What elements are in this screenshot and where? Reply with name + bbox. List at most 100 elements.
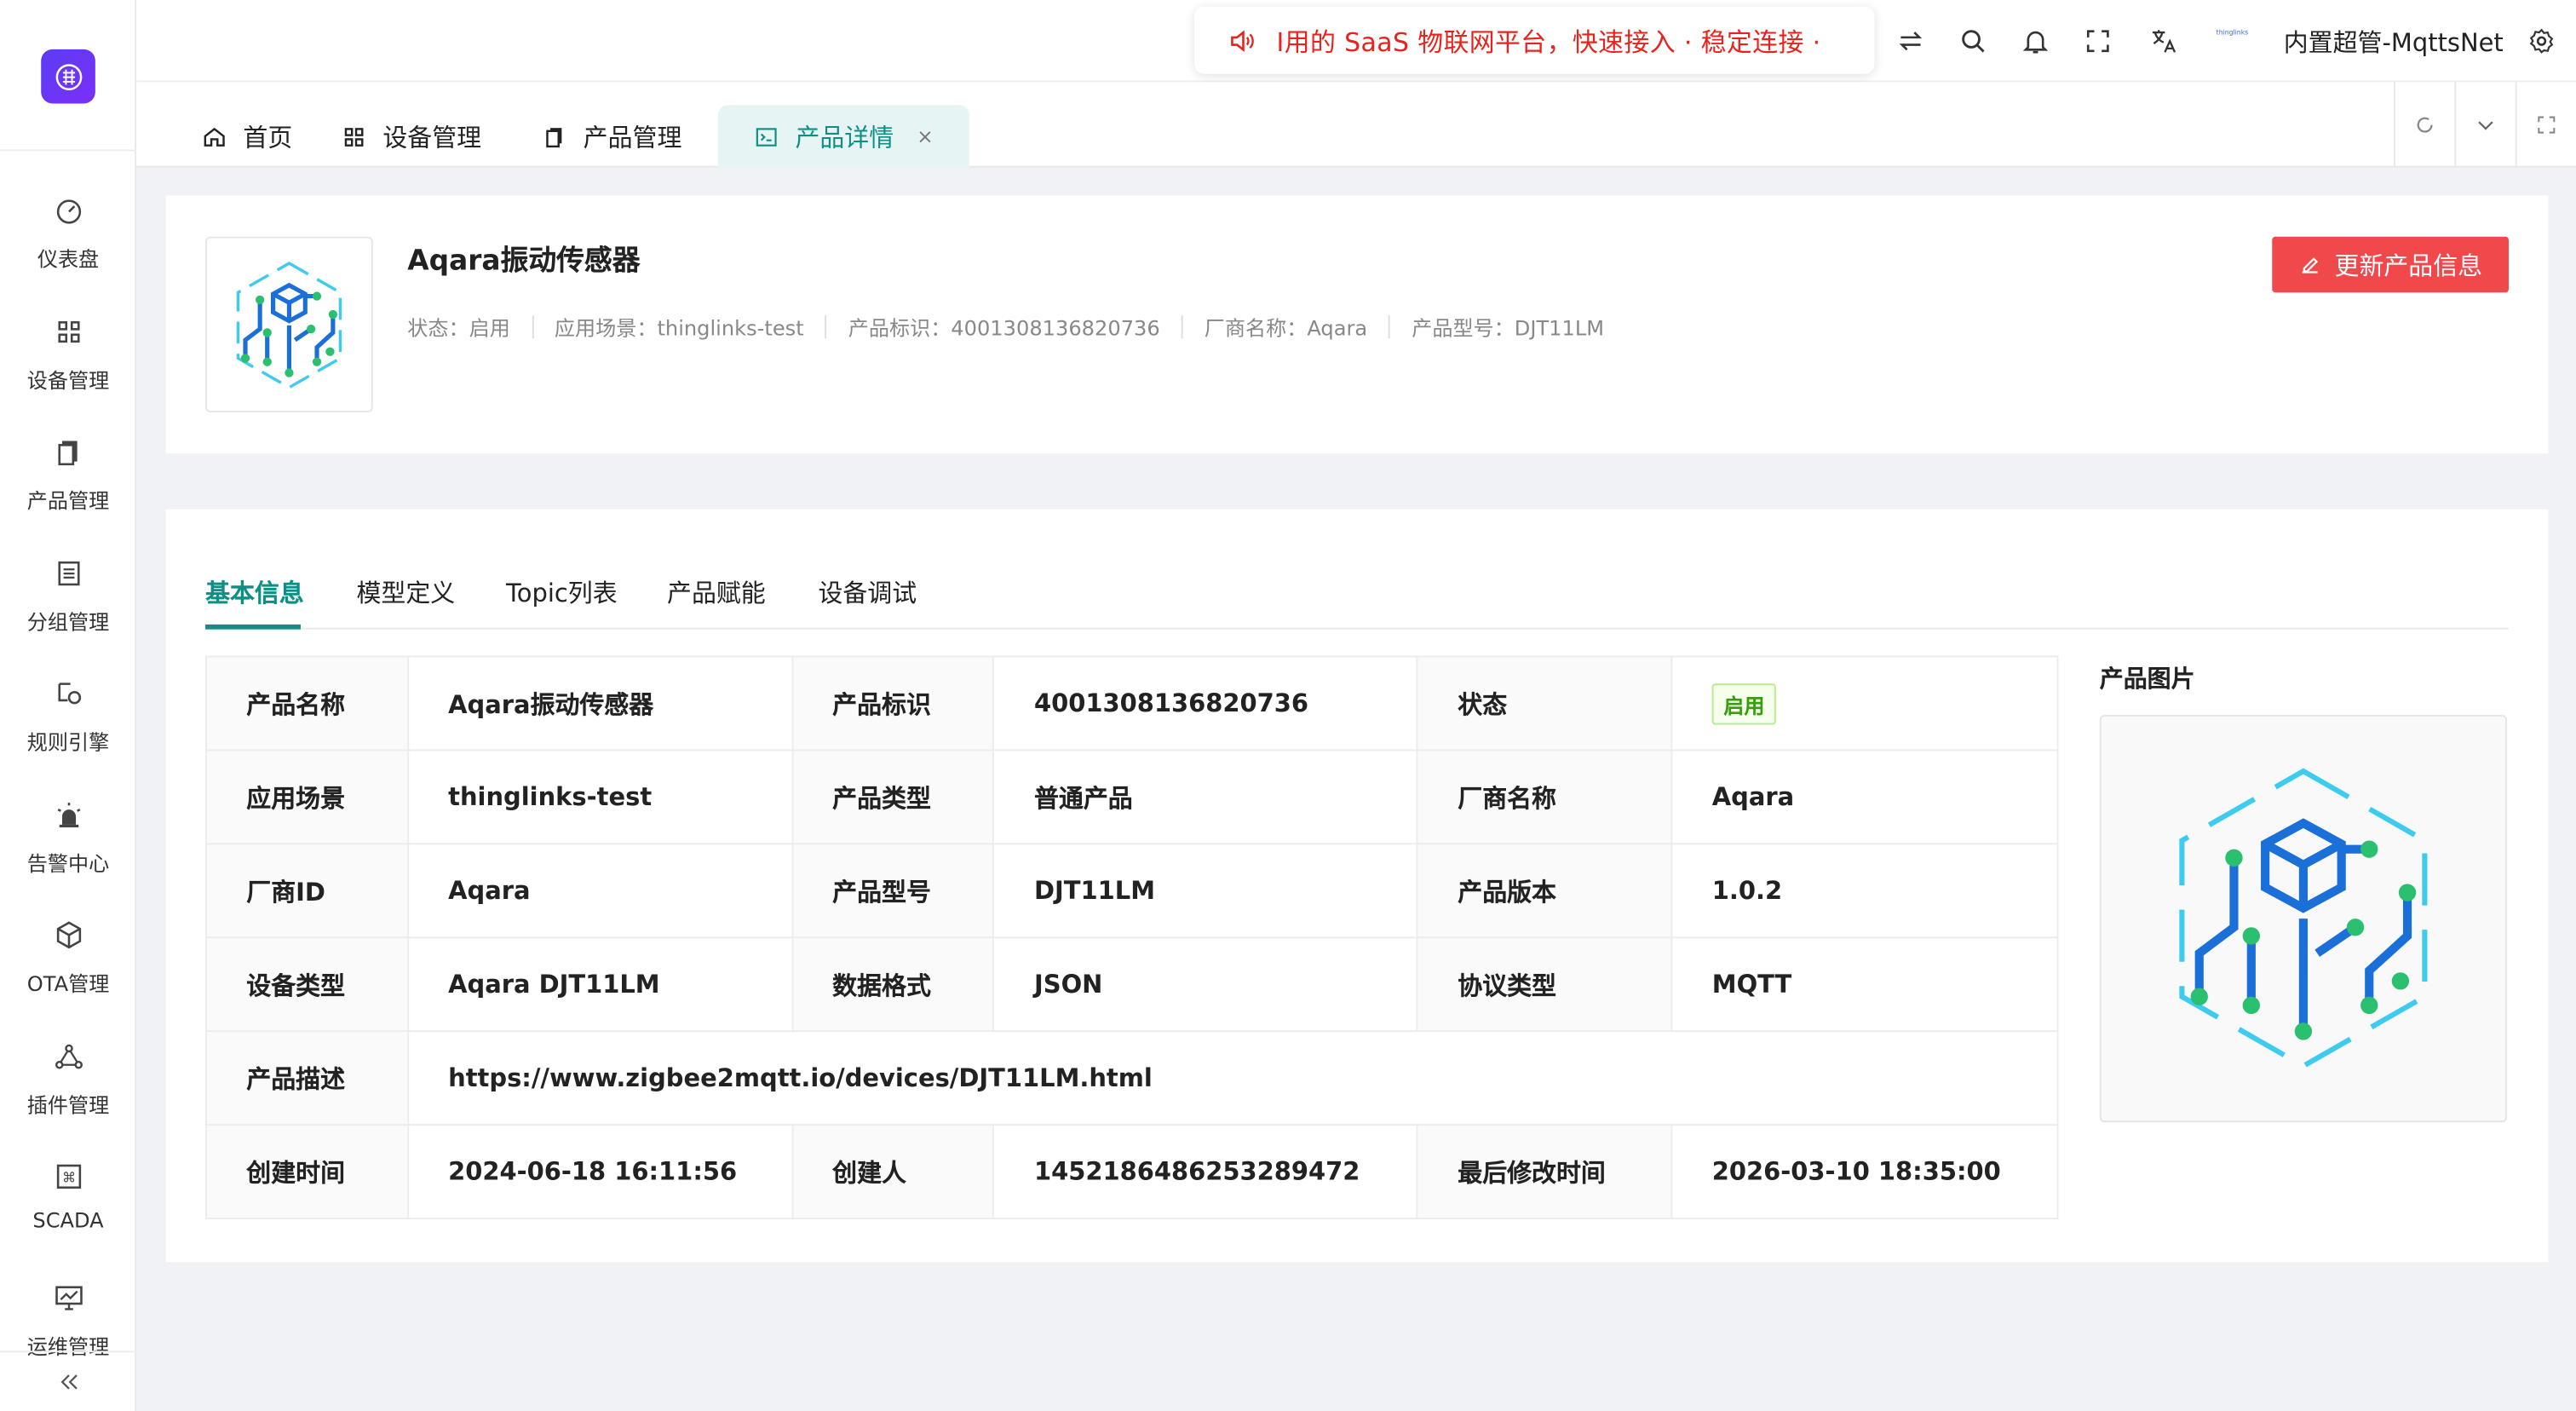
sidebar-item-label: SCADA <box>32 1207 104 1233</box>
search-icon <box>1962 30 1985 53</box>
field-value: 2026-03-10 18:35:00 <box>1670 1124 2059 1220</box>
table-row: 产品描述 https://www.zigbee2mqtt.io/devices/… <box>205 1030 2059 1126</box>
sidebar-item-scada[interactable]: ⌘ SCADA <box>0 1137 136 1256</box>
product-picture-label: 产品图片 <box>2099 667 2195 694</box>
search-button[interactable] <box>1955 23 1991 59</box>
update-product-label: 更新产品信息 <box>2334 251 2483 280</box>
divider <box>0 149 137 152</box>
fullscreen-icon <box>2086 30 2109 53</box>
bell-icon <box>2022 31 2049 54</box>
fullscreen-button[interactable] <box>2080 23 2116 59</box>
sidebar-item-label: OTA管理 <box>26 970 110 996</box>
tab-products[interactable]: 产品管理 <box>542 105 681 167</box>
product-info-table: 产品名称 Aqara振动传感器 产品标识 4001308136820736 状态… <box>205 655 2059 1220</box>
field-label: 产品类型 <box>791 749 995 845</box>
tab-menu-button[interactable] <box>2454 82 2515 166</box>
switch-button[interactable] <box>1893 23 1929 59</box>
translate-icon <box>2152 30 2176 53</box>
field-label: 数据格式 <box>791 936 995 1033</box>
username[interactable]: 内置超管-MqttsNet <box>2284 25 2504 60</box>
tab-devices[interactable]: 设备管理 <box>342 105 481 167</box>
field-label: 产品型号 <box>791 843 995 939</box>
sidebar-item-label: 告警中心 <box>26 851 110 876</box>
sidebar-item-label: 产品管理 <box>26 487 110 513</box>
table-row: 创建时间 2024-06-18 16:11:56 创建人 14521864862… <box>205 1124 2059 1220</box>
tab-label: 设备管理 <box>382 122 482 153</box>
product-thumbnail <box>205 236 373 413</box>
home-icon <box>204 126 225 146</box>
language-button[interactable] <box>2146 23 2182 59</box>
field-value: 普通产品 <box>992 749 1418 845</box>
field-label: 创建时间 <box>205 1124 409 1220</box>
field-label: 产品版本 <box>1417 843 1673 939</box>
sidebar-item-alarms[interactable]: 告警中心 <box>0 775 136 894</box>
product-summary-card: Aqara振动传感器 状态：启用 应用场景：thinglinks-test 产品… <box>165 195 2549 454</box>
notice-text: I用的 SaaS 物联网平台，快速接入 · 稳定连接 · <box>1276 26 1821 57</box>
table-row: 产品名称 Aqara振动传感器 产品标识 4001308136820736 状态… <box>205 655 2059 752</box>
settings-button[interactable] <box>2523 23 2559 59</box>
tab-label: 产品管理 <box>583 122 682 153</box>
refresh-icon <box>2417 116 2433 132</box>
notice-marquee: I用的 SaaS 物联网平台，快速接入 · 稳定连接 · <box>1194 6 1875 74</box>
tab-device-debug[interactable]: 设备调试 <box>818 575 917 610</box>
chevron-down-icon <box>2478 120 2493 130</box>
plugin-icon <box>55 1044 83 1069</box>
tab-label: 首页 <box>243 122 293 153</box>
tab-close-icon[interactable]: × <box>917 125 933 148</box>
field-label: 创建人 <box>791 1124 995 1220</box>
tab-basic-info[interactable]: 基本信息 <box>205 575 304 610</box>
monitor-icon <box>55 1286 82 1310</box>
tab-product-detail[interactable]: 产品详情 × <box>717 105 970 168</box>
app-logo[interactable] <box>41 49 95 104</box>
meta-separator <box>1181 314 1183 338</box>
collapse-sidebar-button[interactable] <box>0 1351 137 1411</box>
grid-icon <box>344 127 364 146</box>
refresh-tab-button[interactable] <box>2393 82 2454 166</box>
sidebar-item-ota[interactable]: OTA管理 <box>0 896 136 1014</box>
product-meta: 状态：启用 应用场景：thinglinks-test 产品标识：40013081… <box>407 311 1604 343</box>
meta-separator <box>1389 314 1391 338</box>
documents-icon <box>57 441 77 466</box>
gear-icon <box>2529 28 2554 54</box>
field-value: DJT11LM <box>992 843 1418 939</box>
field-label: 设备类型 <box>205 936 409 1033</box>
speaker-icon <box>1231 29 1254 52</box>
sidebar-item-devices[interactable]: 设备管理 <box>0 292 136 411</box>
edit-icon <box>2302 257 2319 274</box>
chip-brain-icon <box>55 63 82 90</box>
sidebar-item-label: 设备管理 <box>26 368 110 393</box>
sidebar-item-products[interactable]: 产品管理 <box>0 412 136 531</box>
field-label: 产品描述 <box>205 1030 409 1126</box>
meta-scene: 应用场景：thinglinks-test <box>554 315 804 341</box>
product-picture[interactable] <box>2099 714 2508 1123</box>
meta-vendor: 厂商名称：Aqara <box>1204 315 1368 341</box>
field-value: MQTT <box>1670 936 2059 1033</box>
notifications-button[interactable] <box>2017 23 2053 59</box>
sidebar-item-plugins[interactable]: 插件管理 <box>0 1017 136 1136</box>
update-product-button[interactable]: 更新产品信息 <box>2272 236 2509 293</box>
product-cube-circuit-icon <box>2179 768 2428 1069</box>
maximize-button[interactable] <box>2515 82 2576 166</box>
sidebar-item-dashboard[interactable]: 仪表盘 <box>0 171 136 290</box>
field-label: 应用场景 <box>205 749 409 845</box>
field-value: 1452186486253289472 <box>992 1124 1418 1220</box>
field-value: Aqara振动传感器 <box>406 655 793 752</box>
field-label: 协议类型 <box>1417 936 1673 1033</box>
tab-home[interactable]: 首页 <box>202 105 292 167</box>
sidebar: 仪表盘 设备管理 产品管理 分组管理 规则引擎 告警中心 OTA管理 插件管理 <box>0 0 137 1411</box>
group-icon <box>57 561 79 586</box>
field-label: 最后修改时间 <box>1417 1124 1673 1220</box>
svg-text:⌘: ⌘ <box>61 1169 75 1185</box>
field-label: 厂商名称 <box>1417 749 1673 845</box>
cube-icon <box>55 921 81 949</box>
tenant-logo: thinglinks <box>2216 27 2249 37</box>
tab-product-enable[interactable]: 产品赋能 <box>667 575 766 610</box>
sidebar-item-rules[interactable]: 规则引擎 <box>0 654 136 773</box>
table-row: 设备类型 Aqara DJT11LM 数据格式 JSON 协议类型 MQTT <box>205 936 2059 1033</box>
sidebar-item-label: 分组管理 <box>26 609 110 635</box>
sidebar-item-groups[interactable]: 分组管理 <box>0 534 136 653</box>
tab-topic-list[interactable]: Topic列表 <box>506 575 618 610</box>
tab-label: 产品详情 <box>795 122 894 153</box>
tab-model-definition[interactable]: 模型定义 <box>357 575 456 610</box>
double-chevron-left-icon <box>60 1374 77 1390</box>
